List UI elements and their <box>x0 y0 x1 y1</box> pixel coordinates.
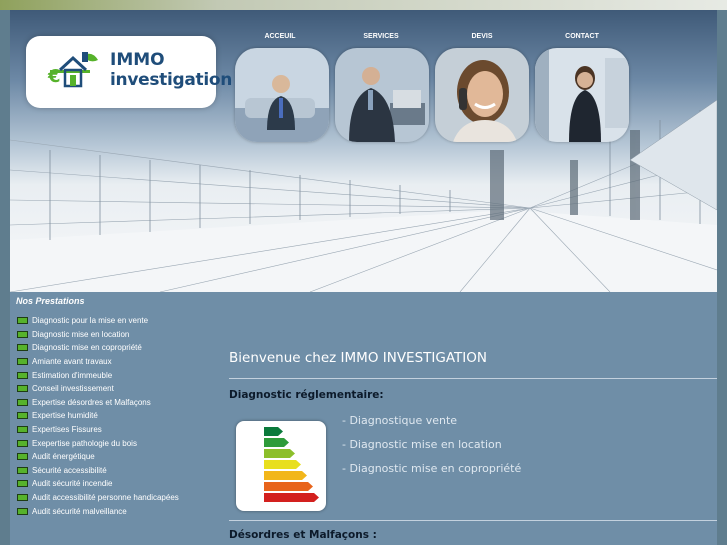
nav-services[interactable]: SERVICES <box>333 33 429 40</box>
sidebar-item[interactable]: Diagnostic mise en location <box>17 328 179 342</box>
energy-rating-icon <box>264 427 319 502</box>
bullet-icon <box>17 426 28 434</box>
bullet-icon <box>17 398 28 406</box>
sidebar-item-label: Expertise humidité <box>32 411 98 421</box>
sidebar-item-label: Expertise désordres et Malfaçons <box>32 397 151 407</box>
sidebar-item-label: Diagnostic pour la mise en vente <box>32 316 149 326</box>
logo-text-immo: IMMO <box>110 50 165 70</box>
sidebar-item[interactable]: Diagnostic pour la mise en vente <box>17 314 179 328</box>
bullet-icon <box>17 371 28 379</box>
sidebar-item-label: Audit énergétique <box>32 452 95 462</box>
page-title: Bienvenue chez IMMO INVESTIGATION <box>229 350 487 366</box>
sidebar-title: Nos Prestations <box>16 296 85 306</box>
diagnostic-list: - Diagnostique vente - Diagnostic mise e… <box>342 414 521 486</box>
bullet-icon <box>17 330 28 338</box>
sidebar-item[interactable]: Estimation d'immeuble <box>17 368 179 382</box>
sidebar-item[interactable]: Audit énergétique <box>17 450 179 464</box>
sidebar-item-label: Conseil investissement <box>32 384 114 394</box>
bullet-icon <box>17 453 28 461</box>
sidebar-item[interactable]: Exepertise pathologie du bois <box>17 436 179 450</box>
bullet-icon <box>17 494 28 502</box>
header-banner: € IMMO investigation ACCEUIL SERVICES DE… <box>10 10 717 292</box>
bullet-icon <box>17 466 28 474</box>
sidebar-item-label: Exepertise pathologie du bois <box>32 438 137 448</box>
sidebar-item-label: Diagnostic mise en copropriété <box>32 343 142 353</box>
logo[interactable]: € IMMO investigation <box>26 36 232 108</box>
bullet-icon <box>17 507 28 515</box>
sidebar-item[interactable]: Expertise désordres et Malfaçons <box>17 396 179 410</box>
svg-text:€: € <box>47 66 61 87</box>
bullet-icon <box>17 385 28 393</box>
section-title-diagnostic: Diagnostic réglementaire: <box>229 389 384 401</box>
outer-top-strip <box>0 0 727 10</box>
bullet-icon <box>17 344 28 352</box>
photo-services[interactable] <box>335 48 429 142</box>
sidebar-item-label: Amiante avant travaux <box>32 357 112 367</box>
energy-rating-image <box>236 421 326 511</box>
nav-acceuil[interactable]: ACCEUIL <box>232 33 328 40</box>
nav-devis[interactable]: DEVIS <box>434 33 530 40</box>
sidebar-item-label: Audit sécurité incendie <box>32 479 113 489</box>
sidebar-item-label: Audit accessibilité personne handicapées <box>32 493 179 503</box>
sidebar-item[interactable]: Diagnostic mise en copropriété <box>17 341 179 355</box>
sidebar-item[interactable]: Sécurité accessibilité <box>17 464 179 478</box>
bullet-icon <box>17 412 28 420</box>
photo-devis[interactable] <box>435 48 529 142</box>
bullet-icon <box>17 317 28 325</box>
sidebar-item[interactable]: Expertise humidité <box>17 409 179 423</box>
bullet-icon <box>17 480 28 488</box>
diagnostic-item[interactable]: - Diagnostic mise en copropriété <box>342 462 521 486</box>
page-frame: € IMMO investigation ACCEUIL SERVICES DE… <box>10 10 717 545</box>
house-logo-icon: € <box>47 52 98 88</box>
sidebar-item-label: Expertises Fissures <box>32 425 102 435</box>
sidebar-item-label: Diagnostic mise en location <box>32 329 130 339</box>
sidebar-item[interactable]: Amiante avant travaux <box>17 355 179 369</box>
sidebar-item[interactable]: Audit sécurité incendie <box>17 477 179 491</box>
sidebar-item[interactable]: Audit accessibilité personne handicapées <box>17 491 179 505</box>
photo-contact[interactable] <box>535 48 629 142</box>
section-title-desordres: Désordres et Malfaçons : <box>229 529 377 541</box>
logo-text-investigation: investigation <box>110 70 233 90</box>
sidebar-item-label: Audit sécurité malveillance <box>32 506 127 516</box>
diagnostic-item[interactable]: - Diagnostique vente <box>342 414 521 438</box>
sidebar-list: Diagnostic pour la mise en vente Diagnos… <box>17 314 179 518</box>
divider <box>229 378 717 379</box>
sidebar-item-label: Sécurité accessibilité <box>32 465 107 475</box>
nav-contact[interactable]: CONTACT <box>534 33 630 40</box>
divider <box>229 520 717 521</box>
photo-acceuil[interactable] <box>235 48 329 142</box>
bullet-icon <box>17 358 28 366</box>
sidebar-item[interactable]: Expertises Fissures <box>17 423 179 437</box>
sidebar-item-label: Estimation d'immeuble <box>32 370 113 380</box>
diagnostic-item[interactable]: - Diagnostic mise en location <box>342 438 521 462</box>
sidebar-item[interactable]: Audit sécurité malveillance <box>17 504 179 518</box>
bullet-icon <box>17 439 28 447</box>
sidebar-item[interactable]: Conseil investissement <box>17 382 179 396</box>
